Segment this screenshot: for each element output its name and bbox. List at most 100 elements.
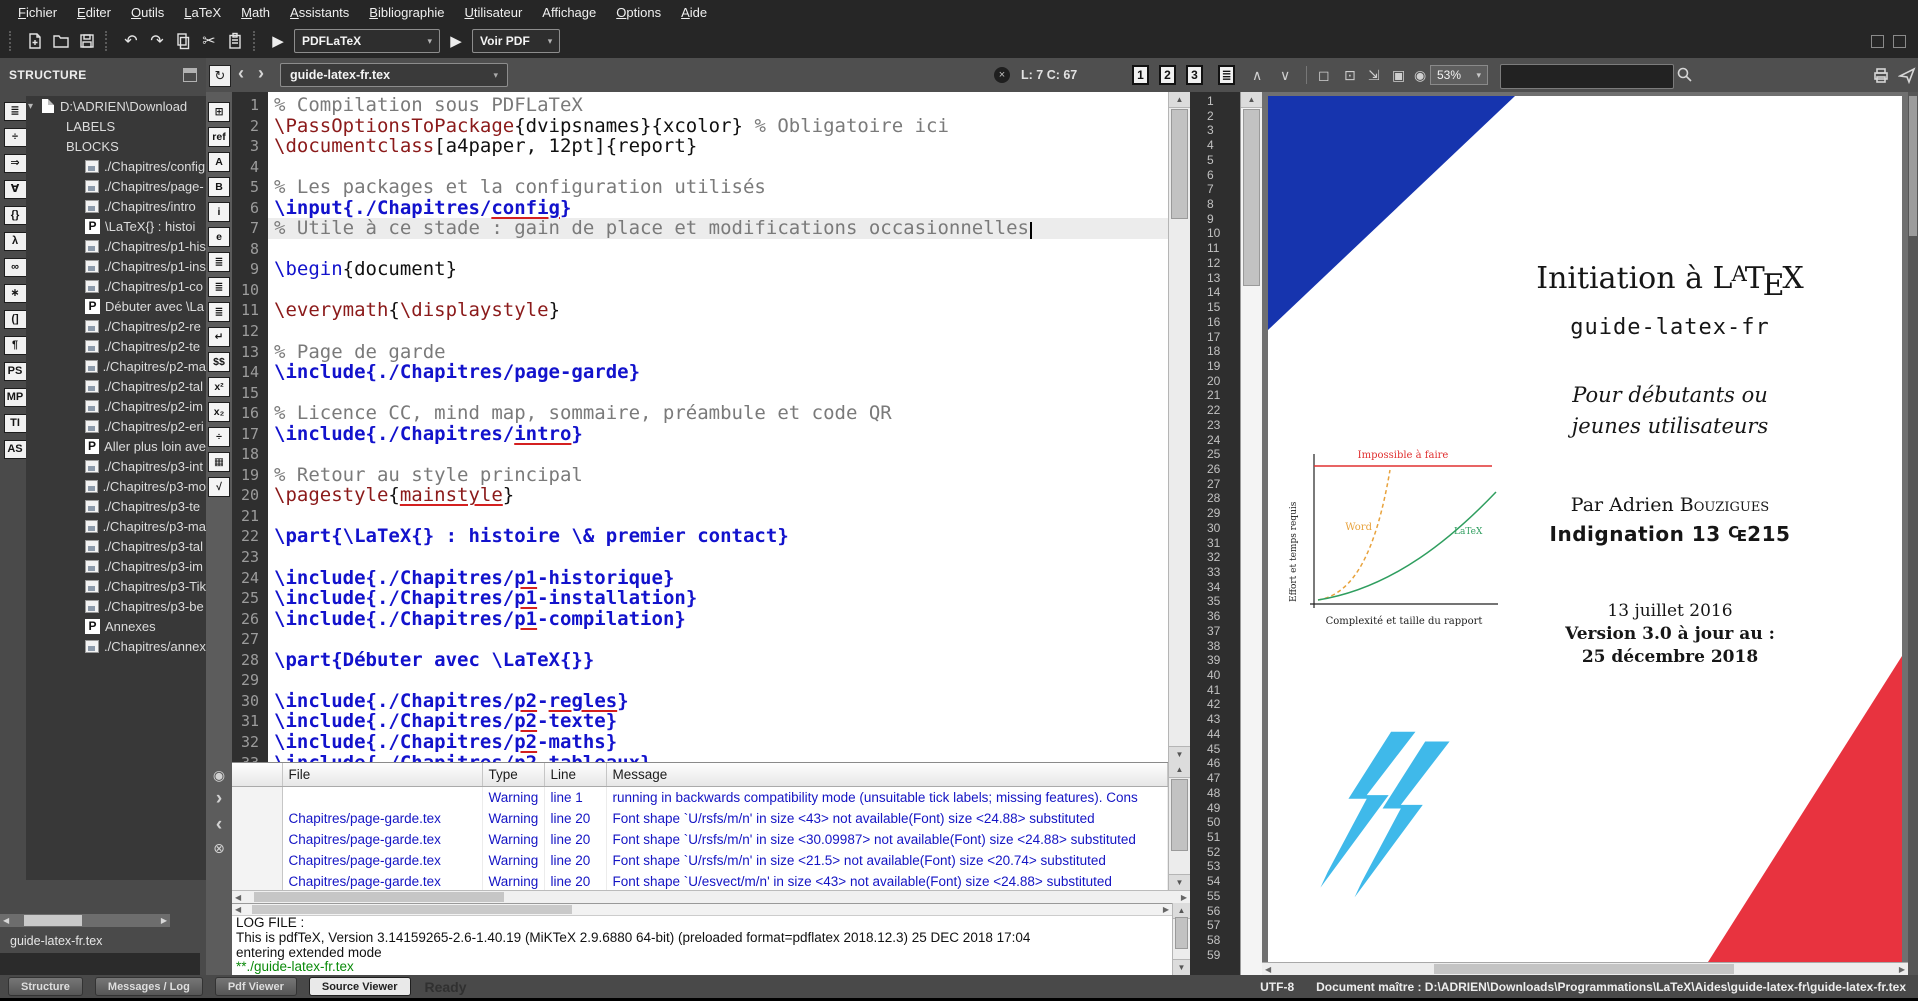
next-error-icon[interactable]: › (216, 789, 222, 808)
scroll-up-icon[interactable]: ▲ (1169, 92, 1190, 108)
scrollbar-thumb[interactable] (1909, 96, 1917, 236)
code-line[interactable] (268, 547, 1168, 568)
page-list-scrollbar[interactable]: ▲ (1240, 92, 1262, 975)
matrix-button[interactable]: ▦ (208, 452, 230, 472)
scrollbar-thumb[interactable] (1171, 779, 1188, 851)
tree-item[interactable]: ▾D:\ADRIEN\Download (26, 96, 206, 116)
newline-button[interactable]: ↵ (208, 327, 230, 347)
tree-item[interactable]: ./Chapitres/annex (26, 636, 206, 656)
layout-toggle-icon[interactable] (1893, 35, 1906, 48)
tree-item[interactable]: ./Chapitres/p3-tal (26, 536, 206, 556)
refresh-structure-button[interactable]: ↻ (209, 65, 231, 87)
fit-page-icon[interactable]: ◻ (1318, 67, 1330, 84)
run-compile-button[interactable]: ▶ (266, 28, 290, 54)
menu-item-affichage[interactable]: Affichage (532, 2, 606, 23)
pstricks-tab[interactable]: PS (4, 362, 27, 381)
code-line[interactable]: \part{Débuter avec \LaTeX{}} (268, 650, 1168, 671)
pdf-search-input[interactable] (1500, 64, 1674, 89)
external-viewer-icon[interactable] (1898, 66, 1916, 89)
division-button[interactable]: ÷ (208, 427, 230, 447)
pdf-horizontal-scrollbar[interactable]: ◀ ▶ (1262, 962, 1908, 975)
code-line[interactable]: \part{\LaTeX{} : histoire \& premier con… (268, 526, 1168, 547)
tree-item[interactable]: ./Chapitres/p2-re (26, 316, 206, 336)
tree-item[interactable]: ./Chapitres/p2-im (26, 396, 206, 416)
page-number-item[interactable]: 29 (1190, 506, 1240, 521)
page-number-item[interactable]: 57 (1190, 918, 1240, 933)
structure-tab[interactable]: ≣ (4, 102, 27, 121)
code-line[interactable]: \include{./Chapitres/intro} (268, 424, 1168, 445)
page-number-item[interactable]: 24 (1190, 433, 1240, 448)
page-number-item[interactable]: 46 (1190, 756, 1240, 771)
scroll-right-icon[interactable]: ▶ (158, 916, 170, 925)
copy-button[interactable] (170, 28, 196, 54)
page-number-item[interactable]: 51 (1190, 830, 1240, 845)
page-number-item[interactable]: 47 (1190, 771, 1240, 786)
scroll-left-icon[interactable]: ◀ (232, 893, 244, 902)
itemize-list-button[interactable]: ≣ (208, 252, 230, 272)
viewer-dropdown[interactable]: Voir PDF▾ (472, 29, 560, 53)
code-line[interactable]: \include{./Chapitres/page-garde} (268, 362, 1168, 383)
code-line[interactable]: \include{./Chapitres/p1-compilation} (268, 609, 1168, 630)
page-number-item[interactable]: 50 (1190, 815, 1240, 830)
stop-compile-icon[interactable]: ⊗ (213, 841, 225, 855)
page-number-item[interactable]: 12 (1190, 256, 1240, 271)
code-line[interactable]: \include{./Chapitres/p1-historique} (268, 568, 1168, 589)
delimiters-tab[interactable]: {} (4, 206, 27, 225)
save-file-button[interactable] (74, 28, 100, 54)
code-line[interactable]: % Licence CC, mind map, sommaire, préamb… (268, 403, 1168, 424)
code-line[interactable]: \include{./Chapitres/p1-installation} (268, 588, 1168, 609)
page-number-item[interactable]: 54 (1190, 874, 1240, 889)
tree-item[interactable]: ./Chapitres/p3-Tik (26, 576, 206, 596)
two-page-view-button[interactable]: 2 (1159, 65, 1176, 85)
page-number-item[interactable]: 6 (1190, 168, 1240, 183)
previous-page-icon[interactable]: ∧ (1252, 67, 1262, 84)
code-line[interactable] (268, 383, 1168, 404)
page-number-item[interactable]: 15 (1190, 300, 1240, 315)
page-number-item[interactable]: 3 (1190, 123, 1240, 138)
scrollbar-thumb[interactable] (254, 892, 504, 902)
label-ref-button[interactable]: ref (208, 127, 230, 147)
page-number-item[interactable]: 59 (1190, 948, 1240, 963)
source-code-editor[interactable]: % Compilation sous PDFLaTeX\PassOptionsT… (268, 92, 1168, 762)
tree-item[interactable]: ./Chapitres/page- (26, 176, 206, 196)
code-line[interactable] (268, 280, 1168, 301)
enumerate-list-button[interactable]: ≣ (208, 277, 230, 297)
page-number-item[interactable]: 41 (1190, 683, 1240, 698)
book-view-button[interactable]: 3 (1186, 65, 1203, 85)
scrollbar-thumb[interactable] (252, 905, 572, 914)
page-number-item[interactable]: 19 (1190, 359, 1240, 374)
code-line[interactable]: \include{./Chapitres/p2-texte} (268, 711, 1168, 732)
page-number-item[interactable]: 43 (1190, 712, 1240, 727)
status-tab-pdf-viewer[interactable]: Pdf Viewer (215, 977, 297, 996)
pdf-viewport[interactable]: Initiation à LATEX guide-latex-fr Pour d… (1262, 92, 1908, 975)
page-number-item[interactable]: 27 (1190, 477, 1240, 492)
page-number-item[interactable]: 11 (1190, 241, 1240, 256)
scroll-left-icon[interactable]: ◀ (232, 905, 244, 914)
page-number-item[interactable]: 35 (1190, 594, 1240, 609)
page-number-item[interactable]: 48 (1190, 786, 1240, 801)
page-number-item[interactable]: 56 (1190, 904, 1240, 919)
message-row[interactable]: Chapitres/page-garde.texWarningline 20Fo… (232, 829, 1168, 850)
code-line[interactable]: % Les packages et la configuration utili… (268, 177, 1168, 198)
panel-toggle-icon[interactable] (1871, 35, 1884, 48)
page-number-item[interactable]: 26 (1190, 462, 1240, 477)
page-number-item[interactable]: 21 (1190, 388, 1240, 403)
zoom-level-dropdown[interactable]: 53% ▾ (1430, 65, 1488, 85)
page-number-item[interactable]: 36 (1190, 609, 1240, 624)
tree-item[interactable]: PAller plus loin ave (26, 436, 206, 456)
page-number-item[interactable]: 23 (1190, 418, 1240, 433)
tree-item[interactable]: ./Chapitres/config (26, 156, 206, 176)
page-number-item[interactable]: 1 (1190, 94, 1240, 109)
math-operators-tab[interactable]: ÷ (4, 128, 27, 147)
brackets-tab[interactable]: (] (4, 310, 27, 329)
code-line[interactable] (268, 506, 1168, 527)
next-page-icon[interactable]: ∨ (1280, 67, 1290, 84)
page-number-item[interactable]: 22 (1190, 403, 1240, 418)
search-icon[interactable] (1676, 66, 1693, 88)
page-number-item[interactable]: 58 (1190, 933, 1240, 948)
special-chars-tab[interactable]: ∗ (4, 284, 27, 303)
page-number-item[interactable]: 18 (1190, 344, 1240, 359)
detach-panel-icon[interactable] (183, 68, 197, 82)
code-line[interactable] (268, 239, 1168, 260)
asymptote-tab[interactable]: AS (4, 440, 27, 459)
